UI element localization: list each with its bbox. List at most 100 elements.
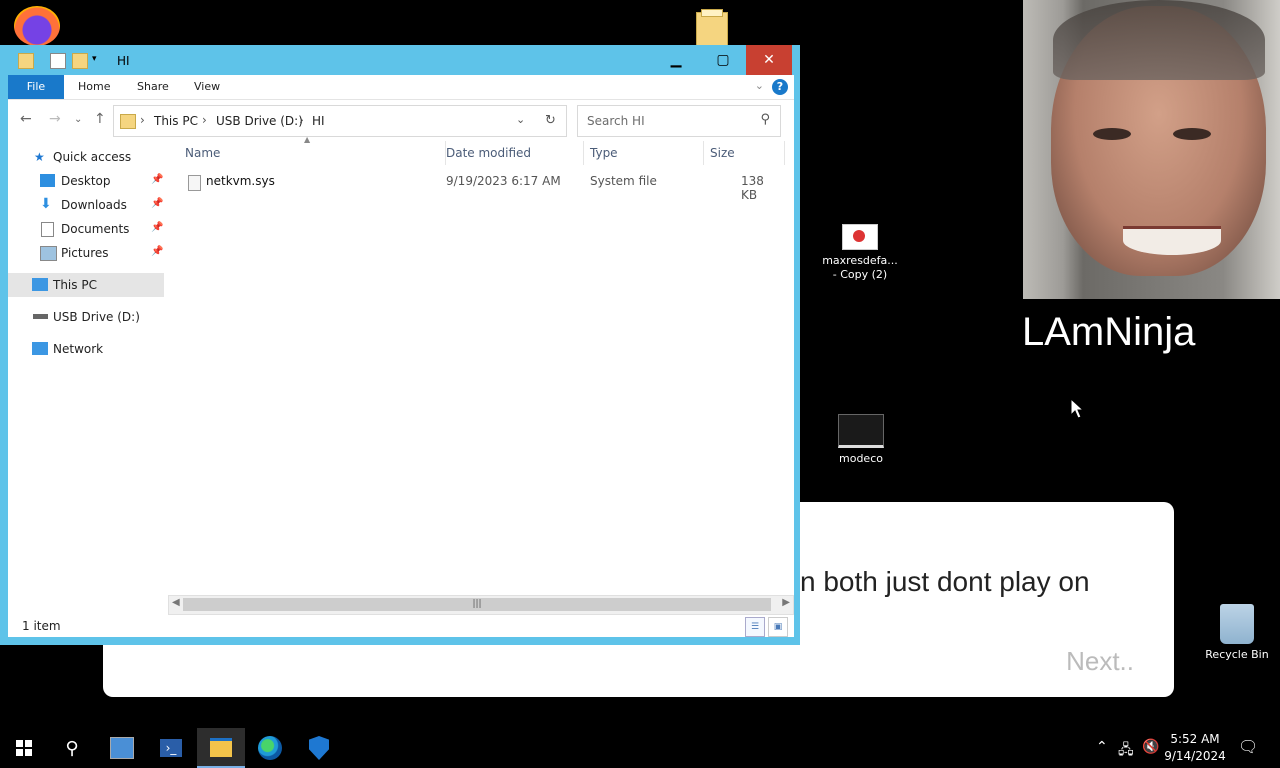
close-button[interactable]: ✕ (746, 45, 792, 75)
customize-quick-access-icon[interactable]: ▾ (92, 54, 97, 64)
column-header-name[interactable]: Name (178, 141, 446, 165)
desktop-icon (40, 174, 55, 187)
volume-muted-icon[interactable]: 🔇 (1142, 739, 1159, 755)
notifications-icon[interactable]: 🗨 (1238, 737, 1258, 756)
webcam-overlay (1023, 0, 1280, 299)
search-box[interactable]: Search HI ⚲ (577, 105, 781, 137)
horizontal-scrollbar[interactable]: ◀ ||| ▶ (168, 595, 794, 615)
file-name: netkvm.sys (206, 174, 275, 188)
search-icon[interactable]: ⚲ (48, 728, 96, 768)
network-icon (32, 342, 48, 355)
breadcrumb-hi[interactable]: HI (312, 114, 325, 128)
taskbar: ⚲ ›_ ⌃ 🖧 🔇 5:52 AM 9/14/2024 🗨 (0, 728, 1280, 768)
scroll-left-icon[interactable]: ◀ (172, 597, 180, 608)
back-icon[interactable]: ← (20, 111, 32, 127)
tab-home[interactable]: Home (78, 75, 110, 99)
network-status-icon[interactable]: 🖧 (1118, 739, 1134, 763)
clock-time: 5:52 AM (1170, 732, 1220, 746)
up-icon[interactable]: ↑ (94, 111, 106, 127)
help-icon[interactable]: ? (772, 79, 788, 95)
address-dropdown-icon[interactable]: ⌄ (516, 113, 525, 126)
scroll-right-icon[interactable]: ▶ (782, 597, 790, 608)
column-header-date-modified[interactable]: Date modified (440, 141, 584, 165)
chevron-right-icon[interactable]: › (202, 113, 207, 127)
pin-icon[interactable]: 📌 (151, 222, 163, 233)
expand-ribbon-icon[interactable]: ⌄ (755, 79, 764, 92)
maximize-button[interactable]: ▢ (700, 45, 746, 75)
title-bar[interactable]: ▾ HI ▁ ▢ ✕ (0, 45, 800, 75)
desktop-icon-modeco[interactable]: modeco (816, 414, 906, 466)
pin-icon[interactable]: 📌 (151, 246, 163, 257)
details-view-icon[interactable]: ☰ (745, 617, 765, 637)
folder-icon (120, 114, 136, 129)
start-windows-icon[interactable] (0, 728, 48, 768)
recycle-bin-icon (1220, 604, 1254, 644)
recent-locations-icon[interactable]: ⌄ (74, 114, 82, 125)
sidebar-item-network[interactable]: Network (8, 337, 164, 361)
desktop-icon-maxres[interactable]: maxresdefa... - Copy (2) (815, 224, 905, 282)
sidebar-item-pictures[interactable]: Pictures 📌 (8, 241, 164, 265)
properties-icon[interactable] (50, 53, 66, 69)
table-row[interactable]: netkvm.sys 9/19/2023 6:17 AM System file… (168, 171, 778, 202)
document-icon (41, 222, 54, 237)
streamer-name: LAmNinja (1022, 310, 1196, 354)
pin-icon[interactable]: 📌 (151, 198, 163, 209)
item-count: 1 item (22, 619, 61, 633)
tab-share[interactable]: Share (137, 75, 169, 99)
file-explorer-window: ▾ HI ▁ ▢ ✕ File Home Share View ⌄ ? ← → … (0, 45, 800, 645)
system-file-icon (188, 175, 201, 191)
clock-date: 9/14/2024 (1164, 749, 1226, 763)
sidebar-item-documents[interactable]: Documents 📌 (8, 217, 164, 241)
dialog-message: n both just dont play on (800, 566, 1090, 597)
image-file-icon (842, 224, 878, 250)
column-header-type[interactable]: Type (584, 141, 704, 165)
mouse-cursor-icon (1070, 398, 1084, 419)
sidebar-item-downloads[interactable]: ⬇ Downloads 📌 (8, 193, 164, 217)
powershell-icon[interactable]: ›_ (147, 728, 195, 768)
forward-icon[interactable]: → (49, 111, 61, 127)
large-icons-view-icon[interactable]: ▣ (768, 617, 788, 637)
windows-security-icon[interactable] (295, 728, 343, 768)
star-icon: ★ (34, 150, 45, 164)
show-hidden-icons-icon[interactable]: ⌃ (1096, 739, 1108, 755)
breadcrumb-usb-drive[interactable]: USB Drive (D:) (216, 114, 303, 128)
edge-browser-icon[interactable] (246, 728, 294, 768)
status-bar: 1 item ☰ ▣ (8, 615, 794, 637)
tab-view[interactable]: View (194, 75, 220, 99)
new-folder-icon[interactable] (72, 53, 88, 69)
file-size: 138 KB (741, 174, 764, 202)
sidebar-item-usb-drive[interactable]: USB Drive (D:) (8, 305, 164, 329)
pictures-icon (40, 246, 57, 261)
system-clock[interactable]: 5:52 AM 9/14/2024 (1160, 731, 1230, 765)
ribbon: File Home Share View ⌄ ? (8, 75, 794, 100)
next-button[interactable]: Next.. (1066, 646, 1134, 677)
minimize-button[interactable]: ▁ (653, 45, 699, 75)
sidebar-item-quick-access[interactable]: ★ Quick access (8, 145, 164, 169)
chevron-right-icon[interactable]: › (299, 113, 304, 127)
column-header-size[interactable]: Size (704, 141, 785, 165)
tab-file[interactable]: File (8, 75, 64, 99)
file-list: Name ▲ Date modified Type Size netkvm.sy… (168, 135, 794, 601)
computer-icon (32, 278, 48, 291)
file-explorer-icon[interactable] (197, 728, 245, 768)
folder-icon (18, 53, 34, 69)
pin-icon[interactable]: 📌 (151, 174, 163, 185)
desktop-icon-recycle-bin[interactable]: Recycle Bin (1192, 604, 1280, 662)
address-bar[interactable]: › This PC › USB Drive (D:) › HI ⌄ ↻ (113, 105, 567, 137)
breadcrumb-this-pc[interactable]: This PC (154, 114, 198, 128)
server-manager-icon[interactable] (98, 728, 146, 768)
image-file-icon (838, 414, 884, 448)
file-type: System file (590, 174, 657, 188)
scrollbar-thumb[interactable]: ||| (183, 598, 771, 611)
window-title: HI (117, 54, 130, 68)
firefox-desktop-icon[interactable] (14, 6, 60, 46)
usb-drive-icon (33, 314, 48, 319)
file-date-modified: 9/19/2023 6:17 AM (446, 174, 561, 188)
folder-desktop-icon[interactable] (696, 9, 728, 46)
sidebar-item-desktop[interactable]: Desktop 📌 (8, 169, 164, 193)
explorer-client: File Home Share View ⌄ ? ← → ⌄ ↑ › This … (8, 75, 794, 637)
sidebar-item-this-pc[interactable]: This PC (8, 273, 164, 297)
search-input[interactable]: Search HI (587, 114, 645, 128)
sort-ascending-icon: ▲ (304, 135, 311, 144)
refresh-icon[interactable]: ↻ (545, 113, 556, 128)
